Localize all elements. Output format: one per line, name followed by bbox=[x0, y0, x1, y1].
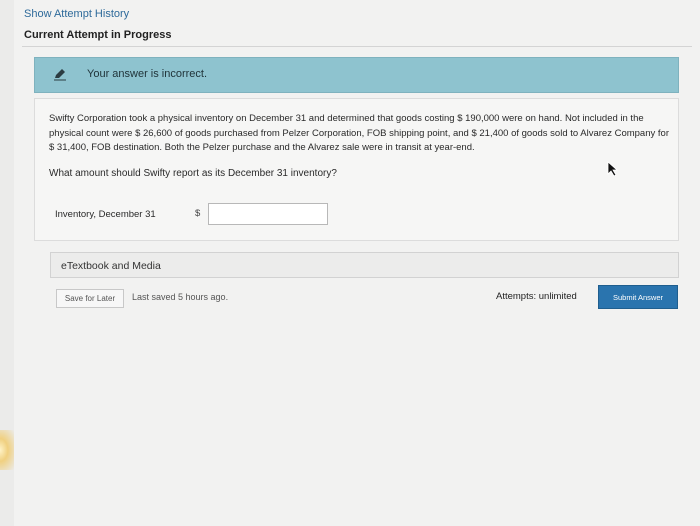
inventory-input[interactable] bbox=[208, 203, 328, 225]
feedback-banner: Your answer is incorrect. bbox=[34, 57, 679, 93]
last-saved-text: Last saved 5 hours ago. bbox=[132, 292, 229, 302]
show-attempt-history-link[interactable]: Show Attempt History bbox=[24, 8, 129, 20]
current-attempt-heading: Current Attempt in Progress bbox=[24, 29, 172, 41]
problem-panel: Swifty Corporation took a physical inven… bbox=[34, 98, 679, 241]
mouse-cursor-icon bbox=[607, 161, 619, 177]
submit-answer-button[interactable]: Submit Answer bbox=[598, 285, 678, 309]
inventory-label: Inventory, December 31 bbox=[55, 209, 156, 220]
etextbook-label: eTextbook and Media bbox=[61, 260, 161, 272]
pencil-icon bbox=[54, 69, 66, 81]
feedback-message: Your answer is incorrect. bbox=[87, 68, 208, 80]
header-divider bbox=[22, 46, 692, 47]
question-text: What amount should Swifty report as its … bbox=[49, 168, 337, 179]
etextbook-media-link[interactable]: eTextbook and Media bbox=[50, 252, 679, 278]
attempts-text: Attempts: unlimited bbox=[496, 291, 577, 302]
currency-symbol: $ bbox=[195, 208, 201, 219]
problem-text: Swifty Corporation took a physical inven… bbox=[49, 113, 669, 153]
assignment-card: Show Attempt History Current Attempt in … bbox=[14, 0, 700, 526]
save-for-later-button[interactable]: Save for Later bbox=[56, 289, 124, 308]
light-glare bbox=[0, 430, 14, 470]
